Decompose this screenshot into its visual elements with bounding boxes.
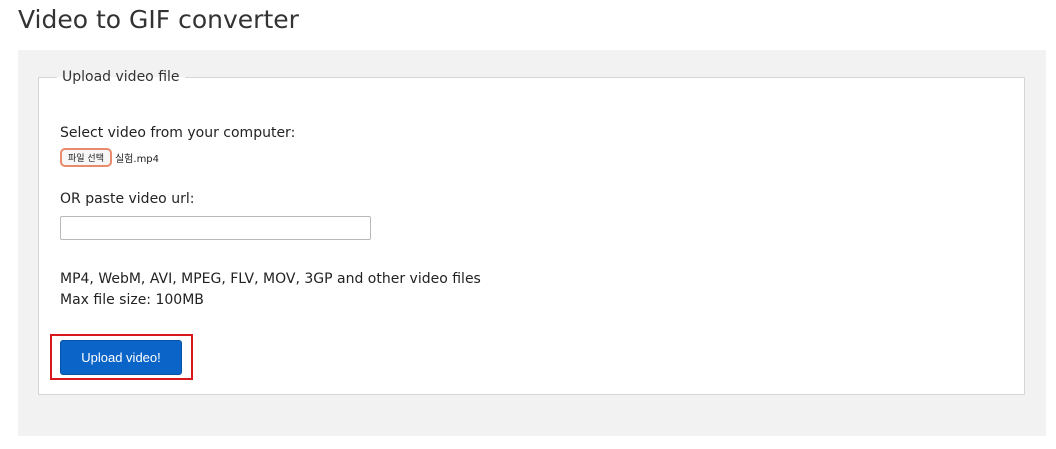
upload-legend: Upload video file: [62, 69, 180, 85]
page-title: Video to GIF converter: [18, 5, 299, 34]
upload-fieldset: Upload video file Select video from your…: [38, 69, 1025, 395]
max-file-size-text: Max file size: 100MB: [60, 292, 204, 308]
upload-panel: Upload video file Select video from your…: [18, 50, 1046, 436]
supported-formats-text: MP4, WebM, AVI, MPEG, FLV, MOV, 3GP and …: [60, 271, 481, 287]
upload-video-button[interactable]: Upload video!: [60, 340, 182, 375]
page: Video to GIF converter Upload video file…: [0, 0, 1056, 449]
selected-file-name: 실험.mp4: [114, 154, 160, 165]
video-url-label: OR paste video url:: [60, 191, 195, 207]
file-chooser: 파일 선택 실험.mp4: [60, 148, 159, 167]
choose-file-button[interactable]: 파일 선택: [60, 148, 112, 167]
video-url-input[interactable]: [60, 216, 371, 240]
select-video-label: Select video from your computer:: [60, 125, 296, 141]
